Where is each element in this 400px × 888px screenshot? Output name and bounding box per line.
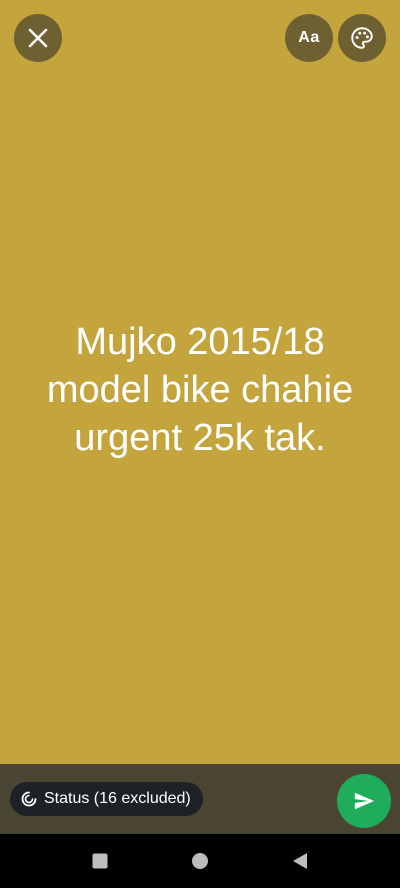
status-text-line-3: urgent 25k tak. bbox=[74, 417, 326, 459]
bottom-bar: Status (16 excluded) bbox=[0, 764, 400, 834]
status-ring-icon bbox=[20, 790, 38, 808]
close-button[interactable] bbox=[14, 14, 62, 62]
recents-button[interactable] bbox=[90, 851, 110, 871]
status-text-line-2: model bike chahie bbox=[46, 369, 354, 411]
close-icon bbox=[28, 28, 48, 48]
status-audience-label: Status (16 excluded) bbox=[44, 790, 191, 807]
system-navigation-bar bbox=[0, 834, 400, 888]
send-icon bbox=[354, 792, 375, 810]
triangle-back-icon bbox=[293, 853, 307, 869]
circle-icon bbox=[192, 853, 208, 869]
status-text-line-1: Mujko 2015/18 bbox=[75, 321, 325, 363]
font-style-button[interactable]: Aa bbox=[285, 14, 333, 62]
back-button[interactable] bbox=[290, 851, 310, 871]
home-button[interactable] bbox=[190, 851, 210, 871]
color-palette-button[interactable] bbox=[338, 14, 386, 62]
palette-icon bbox=[351, 27, 373, 49]
status-text[interactable]: Mujko 2015/18 model bike chahie urgent 2… bbox=[0, 318, 400, 462]
send-button[interactable] bbox=[337, 774, 391, 828]
status-audience-button[interactable]: Status (16 excluded) bbox=[10, 782, 203, 816]
status-canvas[interactable]: Aa Mujko 2015/18 model bike chahie urgen… bbox=[0, 0, 400, 764]
font-style-label: Aa bbox=[298, 29, 320, 46]
square-icon bbox=[92, 853, 108, 869]
